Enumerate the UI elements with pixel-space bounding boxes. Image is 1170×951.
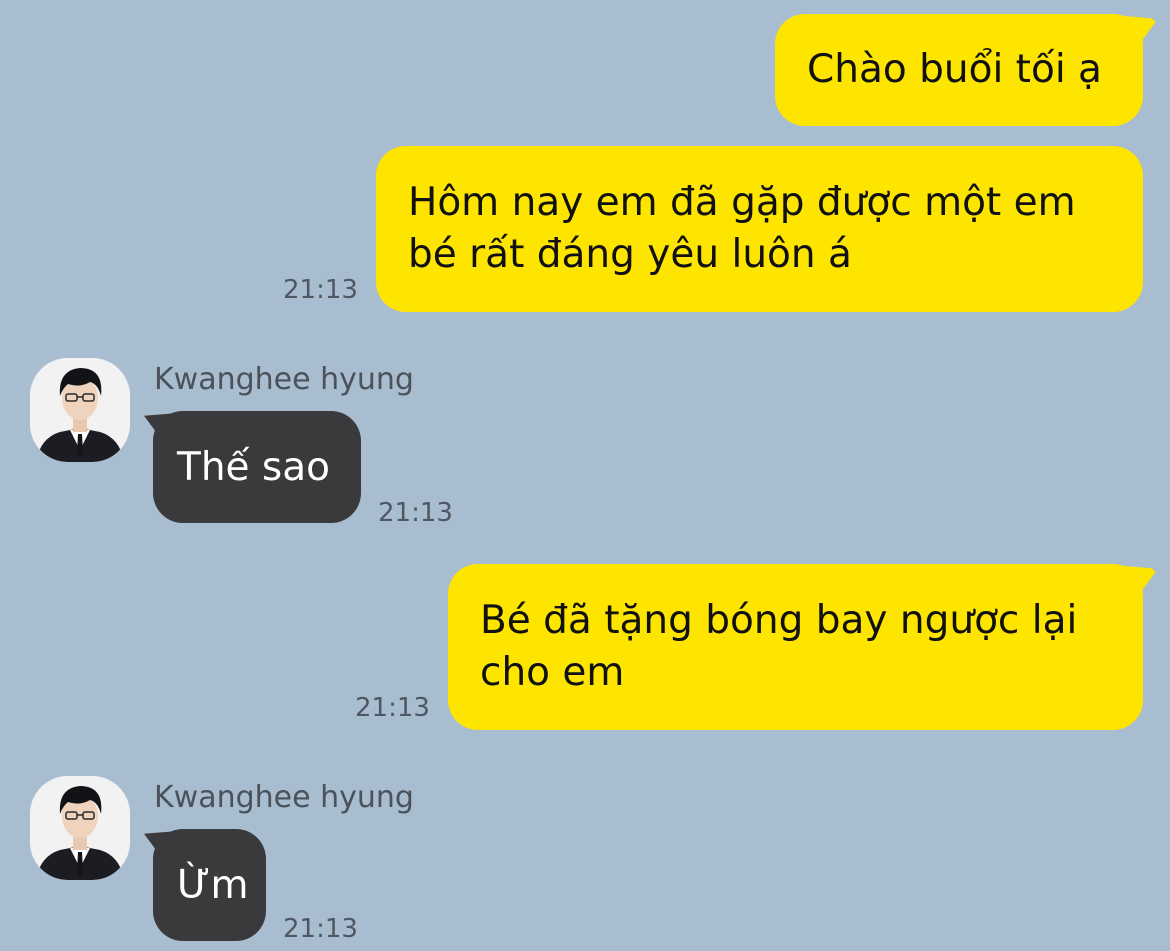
avatar[interactable] [30, 776, 130, 880]
message-text: Chào buổi tối ạ [807, 47, 1102, 92]
sender-name: Kwanghee hyung [154, 780, 414, 815]
message-text-line: cho em [480, 650, 625, 695]
message-timestamp: 21:13 [283, 275, 358, 305]
message-text-line: Hôm nay em đã gặp được một em [408, 180, 1076, 225]
message-text: Ừm [177, 863, 249, 908]
outgoing-message-bubble[interactable]: Bé đã tặng bóng bay ngược lại cho em [448, 564, 1143, 730]
sender-name: Kwanghee hyung [154, 362, 414, 397]
message-timestamp: 21:13 [378, 498, 453, 528]
chat-thread: Chào buổi tối ạ Hôm nay em đã gặp được m… [0, 0, 1170, 951]
message-text-line: Bé đã tặng bóng bay ngược lại [480, 598, 1078, 643]
profile-photo-avatar-icon [30, 358, 130, 462]
message-text: Thế sao [177, 445, 331, 490]
outgoing-message-bubble[interactable]: Hôm nay em đã gặp được một em bé rất đán… [376, 146, 1143, 312]
profile-photo-avatar-icon [30, 776, 130, 880]
incoming-message-bubble[interactable]: Ừm [153, 829, 266, 941]
message-timestamp: 21:13 [355, 693, 430, 723]
message-timestamp: 21:13 [283, 914, 358, 944]
incoming-message-bubble[interactable]: Thế sao [153, 411, 361, 523]
message-text-line: bé rất đáng yêu luôn á [408, 232, 852, 277]
avatar[interactable] [30, 358, 130, 462]
outgoing-message-bubble[interactable]: Chào buổi tối ạ [775, 14, 1143, 126]
